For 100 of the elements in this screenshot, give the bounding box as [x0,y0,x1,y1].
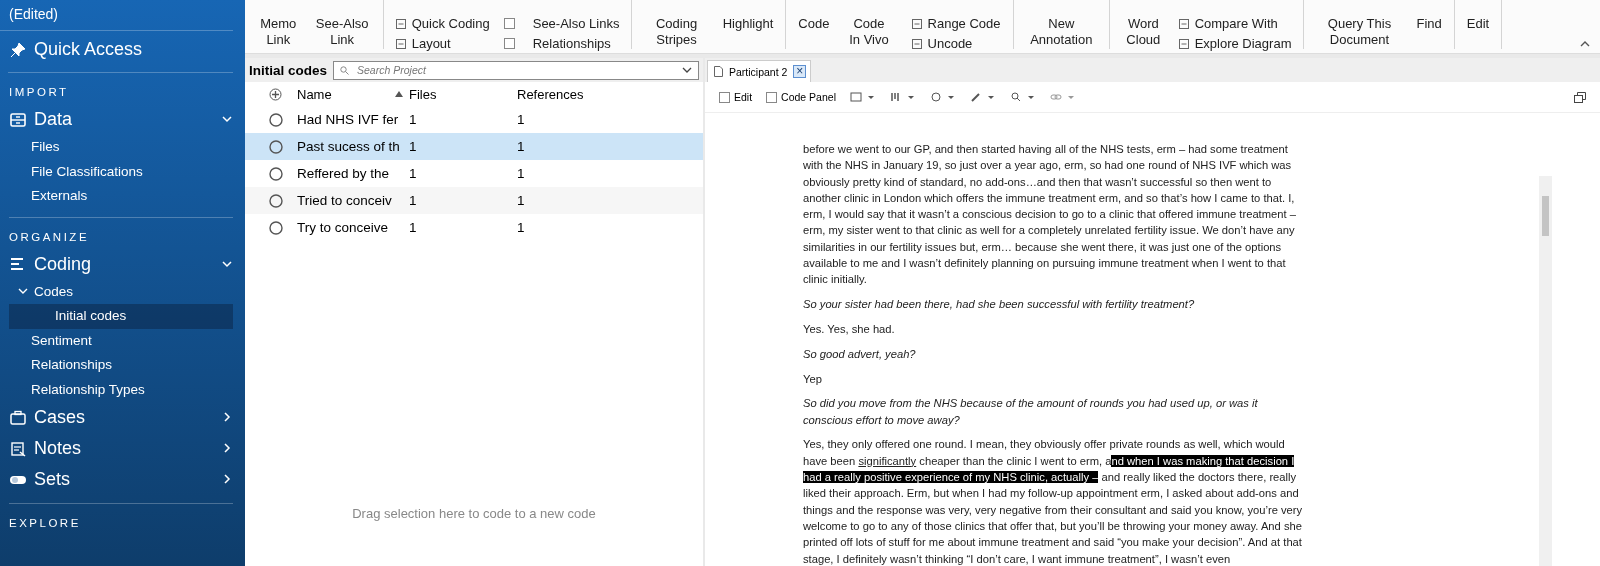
notes-icon [9,439,27,458]
tool-icon [911,38,922,49]
ribbon-button[interactable]: Code In Vivo [836,14,902,48]
section-heading: EXPLORE [9,503,233,535]
checkbox-label: Edit [734,91,753,103]
document-tab[interactable]: Participant 2 × [707,60,812,82]
pen-dropdown-icon[interactable] [969,92,996,102]
column-header[interactable]: Files [409,86,437,102]
link-dropdown-icon[interactable] [1049,92,1076,102]
search-icon [340,65,350,75]
tool-icon [911,18,922,29]
references-count: 1 [517,139,526,154]
quick-access-link[interactable]: Quick Access [34,39,143,60]
ribbon-button[interactable]: Quick Coding [395,16,490,31]
column-header[interactable]: Name [297,86,332,102]
code-row[interactable]: Past sucess of th 1 1 [245,133,703,160]
dropdown-caret-icon[interactable] [682,67,692,73]
drop-hint: Drag selection here to code to a new code [351,506,597,523]
panel-title: Initial codes [249,62,328,78]
nav-item[interactable]: Sentiment [0,328,233,353]
code-row[interactable]: Had NHS IVF fer 1 1 [245,106,703,133]
search-field[interactable]: Search Project [333,60,699,80]
zoom-dropdown-icon[interactable] [1009,92,1036,102]
ribbon-button[interactable]: Uncode [911,36,1001,51]
code-name: Try to conceive [297,220,390,235]
project-title: (Edited) [0,0,233,31]
nav-group[interactable]: Coding [34,253,214,275]
ribbon-button[interactable]: Explore Diagram [1178,36,1292,51]
nav-group[interactable]: Notes [34,438,214,459]
checkbox-label: Code Panel [781,91,836,103]
code-circle-icon [269,220,283,235]
pin-icon [10,41,26,58]
section-heading: ORGANIZE [9,216,233,249]
nav-item[interactable]: Codes [34,284,74,300]
checkbox[interactable] [503,38,515,49]
code-row[interactable]: Try to conceive 1 1 [245,214,703,241]
checkbox[interactable] [766,91,778,103]
code-row[interactable]: Tried to conceiv 1 1 [245,187,703,214]
checkbox[interactable] [503,18,515,29]
ribbon-button[interactable]: Edit [1462,14,1494,32]
ribbon-button[interactable]: Find [1412,14,1446,32]
checkbox-label: See-Also Links [532,16,620,31]
references-count: 1 [517,220,526,235]
ribbon-button[interactable]: Compare With [1178,16,1292,31]
checkbox[interactable] [719,91,730,103]
chevron-right-icon[interactable] [221,411,233,423]
tool-icon [1178,38,1189,49]
nav-item[interactable]: Files [0,135,233,160]
ribbon-button[interactable]: Highlight [718,14,778,32]
nav-item[interactable]: Relationship Types [0,377,233,402]
ribbon-button[interactable]: Memo Link [253,14,304,48]
tool-icon [1178,18,1189,29]
nav-item[interactable]: Relationships [0,353,233,378]
nav-group[interactable]: Sets [34,469,214,490]
references-count: 1 [517,193,526,208]
scrollbar[interactable] [1539,176,1552,566]
tool-icon [395,38,406,49]
code-name: Had NHS IVF fer [297,112,400,127]
nav-item[interactable]: Externals [0,184,233,209]
code-name: Past sucess of th [297,139,401,154]
files-count: 1 [409,112,418,127]
comment-dropdown-icon[interactable] [849,92,876,102]
tab-title: Participant 2 [729,65,788,78]
close-button[interactable]: × [793,65,807,78]
files-count: 1 [409,166,418,181]
interview-question: So good advert, yeah? [803,346,917,362]
column-header[interactable]: References [517,86,584,102]
stripes-dropdown-icon[interactable] [889,92,916,102]
code-row[interactable]: Reffered by the 1 1 [245,160,703,187]
document-icon [714,66,723,77]
chevron-down-icon[interactable] [221,113,233,125]
code-circle-icon [269,112,283,127]
chevron-right-icon[interactable] [221,442,233,454]
nav-item[interactable]: File Classifications [0,159,233,184]
ribbon-button[interactable]: See-Also Link [309,14,375,48]
restore-window-icon[interactable] [1574,92,1586,103]
nav-group[interactable]: Data [34,109,214,130]
add-code-icon[interactable] [269,87,282,101]
collapse-ribbon-icon[interactable] [1580,40,1590,47]
chevron-right-icon[interactable] [221,473,233,485]
search-input[interactable]: Search Project [357,64,674,76]
ribbon-button[interactable]: Word Cloud [1118,14,1169,48]
nav-item[interactable]: Initial codes [9,304,233,329]
ribbon-button[interactable]: Range Code [911,16,1001,31]
circle-dropdown-icon[interactable] [929,92,956,102]
ribbon-button[interactable]: Code [794,14,831,32]
ribbon-button[interactable]: Layout [395,36,490,51]
code-circle-icon [269,139,283,154]
files-count: 1 [409,220,418,235]
ribbon-button[interactable]: Coding Stripes [640,14,713,48]
code-name: Reffered by the [297,166,391,181]
ribbon-button[interactable]: New Annotation [1021,14,1102,48]
files-count: 1 [409,139,418,154]
interview-answer: Yes. Yes, she had. [803,321,896,337]
section-heading: IMPORT [8,85,70,100]
checkbox-label: Relationships [532,36,611,51]
briefcase-icon [9,408,27,427]
nav-group[interactable]: Cases [34,407,214,428]
ribbon-button[interactable]: Query This Document [1312,14,1407,48]
data-icon [9,110,27,129]
